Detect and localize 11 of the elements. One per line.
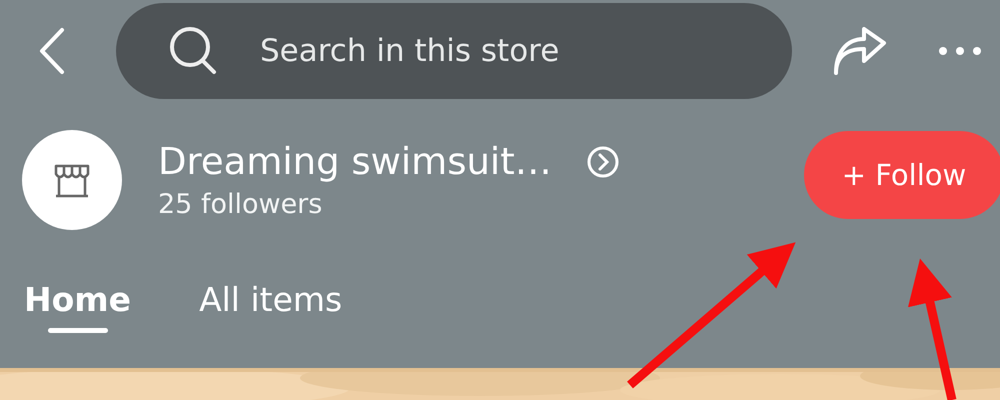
more-button[interactable]: [938, 46, 982, 56]
follower-count: 25 followers: [158, 189, 324, 220]
store-name[interactable]: Dreaming swimsuit…: [158, 140, 552, 183]
share-icon: [832, 27, 888, 75]
share-button[interactable]: [832, 27, 888, 75]
follow-button[interactable]: + Follow: [804, 131, 1000, 219]
tab[interactable]: All items: [199, 280, 342, 333]
tab[interactable]: Home: [24, 280, 132, 333]
more-icon: [938, 46, 982, 56]
chevron-right-icon[interactable]: [586, 144, 620, 178]
search-field[interactable]: Search in this store: [116, 3, 792, 99]
